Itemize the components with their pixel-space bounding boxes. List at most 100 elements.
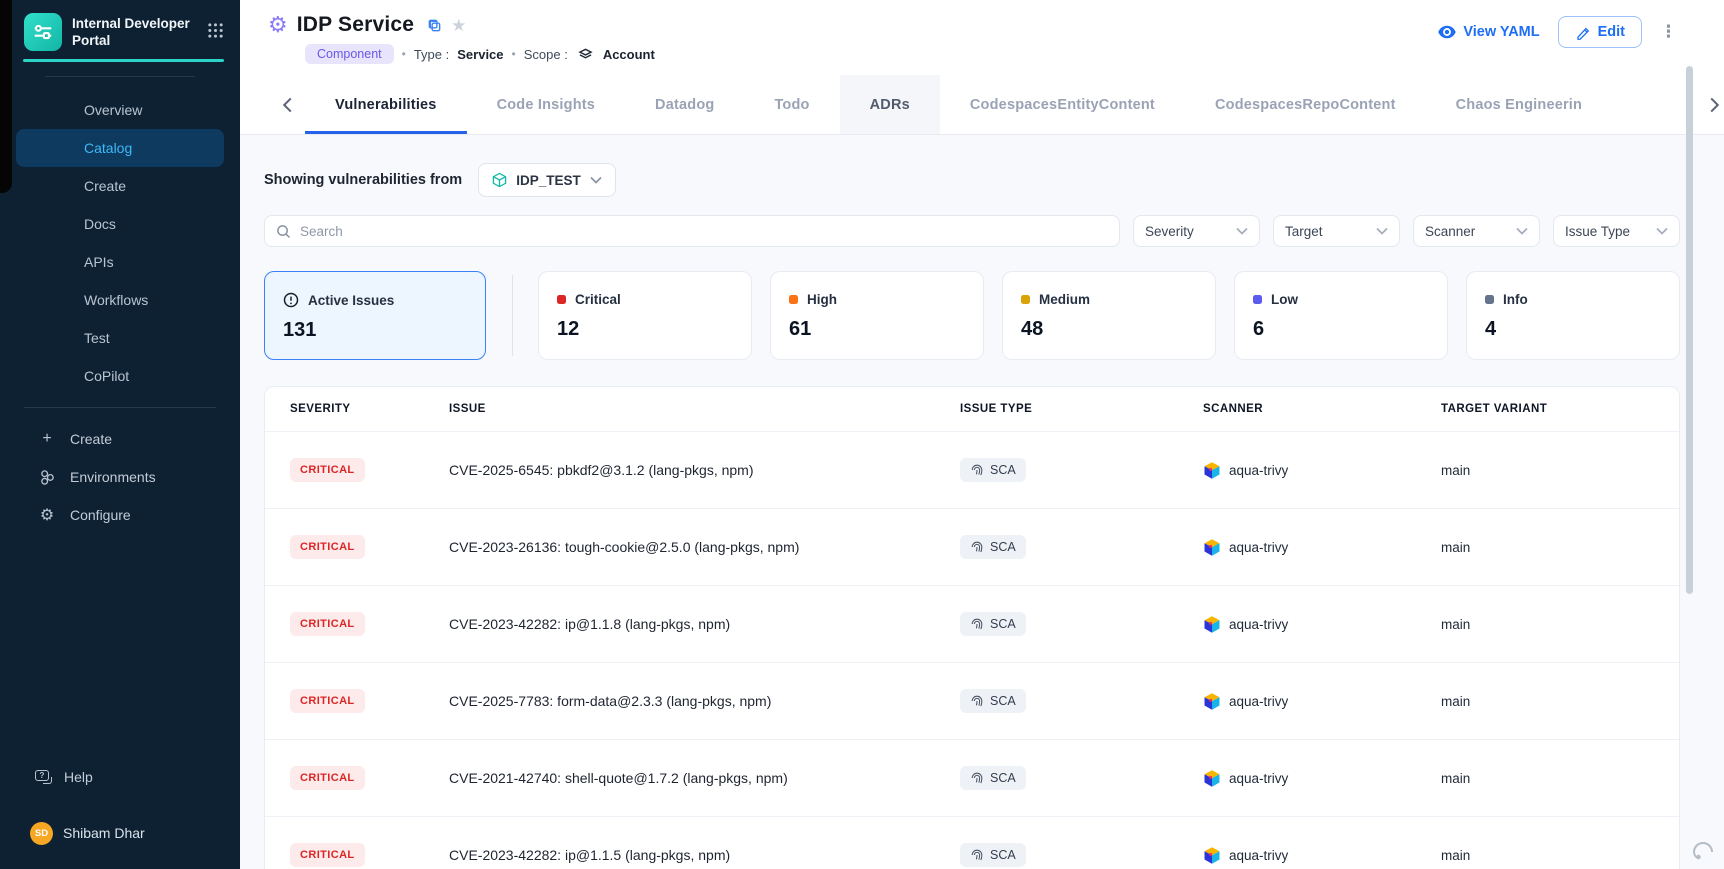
sidebar-nav-item[interactable]: CoPilot (16, 357, 224, 395)
chevron-down-icon (1236, 227, 1248, 235)
trivy-icon (1203, 692, 1221, 711)
filter-select[interactable]: Issue Type (1553, 215, 1680, 247)
card-value: 4 (1485, 318, 1661, 341)
vertical-scrollbar[interactable] (1686, 66, 1693, 594)
portal-logo-icon[interactable] (24, 13, 62, 51)
severity-dot (789, 295, 798, 304)
fingerprint-icon (970, 694, 984, 708)
fingerprint-icon (970, 617, 984, 631)
card-label: Low (1271, 292, 1298, 307)
table-row[interactable]: CRITICAL CVE-2023-42282: ip@1.1.8 (lang-… (265, 585, 1679, 662)
tabs-scroll-right-icon[interactable] (1697, 96, 1724, 114)
column-header: SEVERITY (290, 403, 449, 415)
main-area: ⚙ IDP Service ★ Component • Type : Servi… (240, 0, 1724, 869)
column-header: ISSUE (449, 403, 960, 415)
severity-card[interactable]: Low 6 (1234, 271, 1448, 360)
issue-type-chip: SCA (960, 843, 1026, 867)
pencil-icon (1575, 25, 1590, 40)
trivy-icon (1203, 538, 1221, 557)
severity-card[interactable]: Critical 12 (538, 271, 752, 360)
app-switcher-icon[interactable] (207, 13, 224, 44)
type-value: Service (457, 47, 503, 62)
severity-badge: CRITICAL (290, 535, 365, 559)
dot-separator: • (512, 47, 516, 61)
cards-divider (512, 275, 513, 356)
help-label: Help (64, 769, 93, 785)
sidebar-nav-item[interactable]: Create (16, 167, 224, 205)
sidebar-item-environments[interactable]: Environments (0, 458, 240, 496)
card-value: 131 (283, 319, 467, 342)
filter-select[interactable]: Target (1273, 215, 1400, 247)
tab[interactable]: Datadog (625, 75, 744, 134)
sidebar-item-create[interactable]: + Create (0, 420, 240, 458)
sidebar-nav-item[interactable]: Catalog (16, 129, 224, 167)
card-label: Critical (575, 292, 621, 307)
issue-text: CVE-2021-42740: shell-quote@1.7.2 (lang-… (449, 770, 960, 786)
alert-circle-icon (283, 292, 299, 308)
severity-card[interactable]: High 61 (770, 271, 984, 360)
sidebar-nav-item[interactable]: APIs (16, 243, 224, 281)
fingerprint-icon (970, 463, 984, 477)
page-title: IDP Service (297, 13, 414, 37)
trivy-icon (1203, 846, 1221, 865)
card-value: 61 (789, 318, 965, 341)
tab[interactable]: Chaos Engineerin (1426, 75, 1612, 134)
gear-icon: ⚙ (38, 505, 56, 525)
source-select[interactable]: IDP_TEST (478, 163, 616, 197)
edit-button[interactable]: Edit (1558, 16, 1642, 48)
scope-value: Account (603, 47, 655, 62)
layers-icon (578, 47, 593, 61)
severity-cards: Critical 12 High 61 (538, 271, 1680, 360)
source-value: IDP_TEST (516, 173, 581, 188)
filter-select[interactable]: Scanner (1413, 215, 1540, 247)
table-row[interactable]: CRITICAL CVE-2025-7783: form-data@2.3.3 … (265, 662, 1679, 739)
view-yaml-button[interactable]: View YAML (1438, 24, 1539, 40)
fingerprint-icon (970, 771, 984, 785)
target-variant: main (1441, 771, 1679, 786)
tab[interactable]: CodespacesRepoContent (1185, 75, 1426, 134)
tab[interactable]: Todo (744, 75, 839, 134)
filter-select[interactable]: Severity (1133, 215, 1260, 247)
chevron-down-icon (1656, 227, 1668, 235)
tab[interactable]: ADRs (840, 75, 940, 134)
user-menu[interactable]: SD Shibam Dhar (0, 811, 240, 855)
issue-text: CVE-2023-26136: tough-cookie@2.5.0 (lang… (449, 539, 960, 555)
kebab-menu-icon[interactable]: ⋮ (1660, 24, 1674, 40)
table-body: CRITICAL CVE-2025-6545: pbkdf2@3.1.2 (la… (265, 431, 1679, 869)
search-box (264, 215, 1120, 247)
sidebar-item-configure[interactable]: ⚙ Configure (0, 496, 240, 534)
copy-icon[interactable] (427, 18, 442, 33)
tab[interactable]: Vulnerabilities (305, 75, 467, 134)
column-header: ISSUE TYPE (960, 403, 1203, 415)
sidebar-nav-item[interactable]: Overview (16, 91, 224, 129)
cube-icon (492, 172, 507, 188)
tab[interactable]: Code Insights (467, 75, 625, 134)
sidebar-nav-item[interactable]: Docs (16, 205, 224, 243)
plus-icon: + (38, 430, 56, 448)
dot-separator: • (402, 47, 406, 61)
sidebar: Internal Developer Portal OverviewCatalo… (0, 0, 240, 869)
issue-type-chip: SCA (960, 458, 1026, 482)
table-row[interactable]: CRITICAL CVE-2021-42740: shell-quote@1.7… (265, 739, 1679, 816)
table-row[interactable]: CRITICAL CVE-2025-6545: pbkdf2@3.1.2 (la… (265, 431, 1679, 508)
brand-underline (23, 59, 224, 62)
star-icon[interactable]: ★ (451, 17, 466, 34)
severity-dot (557, 295, 566, 304)
sidebar-nav-item[interactable]: Workflows (16, 281, 224, 319)
table-row[interactable]: CRITICAL CVE-2023-42282: ip@1.1.5 (lang-… (265, 816, 1679, 869)
chat-widget-icon[interactable] (1692, 838, 1718, 865)
column-header: SCANNER (1203, 403, 1441, 415)
severity-dot (1021, 295, 1030, 304)
sidebar-nav-item[interactable]: Test (16, 319, 224, 357)
app-window: Internal Developer Portal OverviewCatalo… (0, 0, 1724, 869)
tabs-scroll-left-icon[interactable] (270, 96, 305, 114)
tab[interactable]: CodespacesEntityContent (940, 75, 1185, 134)
search-input[interactable] (300, 224, 1108, 239)
active-issues-card[interactable]: Active Issues 131 (264, 271, 486, 360)
severity-card[interactable]: Info 4 (1466, 271, 1680, 360)
severity-card[interactable]: Medium 48 (1002, 271, 1216, 360)
help-button[interactable]: ? Help (0, 757, 240, 797)
filter-group: Severity Target Scanner Issue Type (1133, 215, 1680, 247)
severity-badge: CRITICAL (290, 843, 365, 867)
table-row[interactable]: CRITICAL CVE-2023-26136: tough-cookie@2.… (265, 508, 1679, 585)
